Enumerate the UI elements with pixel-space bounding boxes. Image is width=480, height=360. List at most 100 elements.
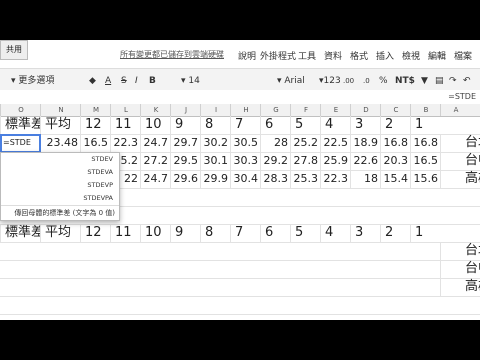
cell[interactable]: 30.1 xyxy=(200,152,230,170)
column-header[interactable]: I xyxy=(200,104,231,116)
cell[interactable]: 11 xyxy=(110,224,140,242)
cell[interactable]: 7 xyxy=(230,116,260,134)
cell[interactable]: 16.5 xyxy=(80,134,110,152)
percent-button[interactable]: % xyxy=(378,73,389,89)
menu-edit[interactable]: 編輯 xyxy=(428,49,446,62)
cell[interactable]: 22.3 xyxy=(320,170,350,188)
more-formats-button[interactable]: ▾123 xyxy=(318,73,342,89)
print-icon[interactable]: ▤ xyxy=(434,73,445,89)
cell[interactable]: 1 xyxy=(410,224,440,242)
menu-tools[interactable]: 工具 xyxy=(298,49,316,62)
cell[interactable]: 22.6 xyxy=(350,152,380,170)
cell[interactable]: 24.7 xyxy=(140,134,170,152)
more-options-button[interactable]: ▾ 更多選項 xyxy=(10,73,55,89)
cell[interactable]: 5 xyxy=(290,116,320,134)
column-header[interactable]: F xyxy=(290,104,321,116)
cell[interactable]: 5 xyxy=(290,224,320,242)
cell[interactable]: 4 xyxy=(320,224,350,242)
average-cell[interactable]: 23.48 xyxy=(40,134,80,152)
cell[interactable]: 29.6 xyxy=(170,170,200,188)
column-header[interactable]: N xyxy=(40,104,81,116)
row-label[interactable]: 台中 xyxy=(440,260,480,278)
menu-data[interactable]: 資料 xyxy=(324,49,342,62)
column-header[interactable]: E xyxy=(320,104,351,116)
row-label[interactable]: 台中 xyxy=(440,152,480,170)
cell[interactable]: 9 xyxy=(170,224,200,242)
cell[interactable]: 6 xyxy=(260,224,290,242)
currency-button[interactable]: NT$ xyxy=(394,73,416,89)
autocomplete-option[interactable]: STDEVP xyxy=(1,179,119,192)
cell[interactable]: 29.7 xyxy=(170,134,200,152)
cell[interactable]: 30.2 xyxy=(200,134,230,152)
cell[interactable]: 29.2 xyxy=(260,152,290,170)
italic-button[interactable]: I xyxy=(134,73,139,89)
text-color-icon[interactable]: A xyxy=(104,73,112,89)
row-label[interactable]: 台北 xyxy=(440,242,480,260)
cell[interactable]: 2 xyxy=(380,116,410,134)
cell[interactable]: 2 xyxy=(380,224,410,242)
cell[interactable]: 10 xyxy=(140,116,170,134)
save-status[interactable]: 所有變更都已儲存到雲端硬碟 xyxy=(120,49,224,60)
cell[interactable]: 18 xyxy=(350,170,380,188)
cell[interactable]: 30.4 xyxy=(230,170,260,188)
column-header[interactable]: L xyxy=(110,104,141,116)
column-header[interactable]: H xyxy=(230,104,261,116)
cell[interactable]: 30.3 xyxy=(230,152,260,170)
menu-format[interactable]: 格式 xyxy=(350,49,368,62)
cell[interactable]: 29.5 xyxy=(170,152,200,170)
cell[interactable]: 30.5 xyxy=(230,134,260,152)
column-header[interactable]: C xyxy=(380,104,411,116)
cell[interactable]: 12 xyxy=(80,224,110,242)
column-header[interactable]: A xyxy=(440,104,471,116)
cell[interactable]: 22.5 xyxy=(320,134,350,152)
cell[interactable]: 16.8 xyxy=(410,134,440,152)
formula-bar[interactable]: =STDE xyxy=(0,90,480,105)
cell[interactable]: 標準差 xyxy=(0,224,40,242)
paint-format-icon[interactable]: ▼ xyxy=(420,73,429,89)
menu-file[interactable]: 檔案 xyxy=(454,49,472,62)
cell[interactable]: 28 xyxy=(260,134,290,152)
redo-icon[interactable]: ↷ xyxy=(448,73,458,89)
cell[interactable]: 7 xyxy=(230,224,260,242)
cell[interactable]: 27.8 xyxy=(290,152,320,170)
menu-help[interactable]: 說明 xyxy=(238,49,256,62)
autocomplete-option[interactable]: STDEVPA xyxy=(1,192,119,205)
cell[interactable]: 25.2 xyxy=(290,134,320,152)
cell[interactable]: 11 xyxy=(110,116,140,134)
cell[interactable]: 15.4 xyxy=(380,170,410,188)
cell[interactable]: 28.3 xyxy=(260,170,290,188)
cell[interactable]: 22.3 xyxy=(110,134,140,152)
fill-color-icon[interactable]: ◆ xyxy=(88,73,97,89)
cell[interactable]: 標準差 xyxy=(0,116,40,134)
cell[interactable]: 1 xyxy=(410,116,440,134)
column-header[interactable]: J xyxy=(170,104,201,116)
column-header[interactable]: D xyxy=(350,104,381,116)
row-label[interactable]: 高雄 xyxy=(440,278,480,296)
cell[interactable]: 16.8 xyxy=(380,134,410,152)
cell[interactable]: 29.9 xyxy=(200,170,230,188)
bold-button[interactable]: B xyxy=(148,73,157,89)
row-label[interactable]: 台北 xyxy=(440,134,480,152)
cell[interactable]: 12 xyxy=(80,116,110,134)
cell[interactable]: 平均 xyxy=(40,224,80,242)
cell[interactable]: 24.7 xyxy=(140,170,170,188)
increase-decimals-button[interactable]: .00 xyxy=(342,73,355,89)
row-label[interactable]: 高雄 xyxy=(440,170,480,188)
font-select[interactable]: ▾ Arial xyxy=(276,73,306,89)
cell[interactable]: 9 xyxy=(170,116,200,134)
cell[interactable]: 4 xyxy=(320,116,350,134)
cell[interactable]: 25.9 xyxy=(320,152,350,170)
cell[interactable]: 3 xyxy=(350,224,380,242)
autocomplete-option[interactable]: STDEVA xyxy=(1,166,119,179)
cell[interactable]: 8 xyxy=(200,224,230,242)
cell[interactable]: 25.3 xyxy=(290,170,320,188)
menu-view[interactable]: 檢視 xyxy=(402,49,420,62)
cell[interactable]: 15.6 xyxy=(410,170,440,188)
font-size-select[interactable]: ▾ 14 xyxy=(180,73,201,89)
cell[interactable]: 10 xyxy=(140,224,170,242)
cell[interactable]: 27.2 xyxy=(140,152,170,170)
cell[interactable]: 平均 xyxy=(40,116,80,134)
cell[interactable]: 8 xyxy=(200,116,230,134)
column-header[interactable]: B xyxy=(410,104,441,116)
column-header[interactable]: M xyxy=(80,104,111,116)
